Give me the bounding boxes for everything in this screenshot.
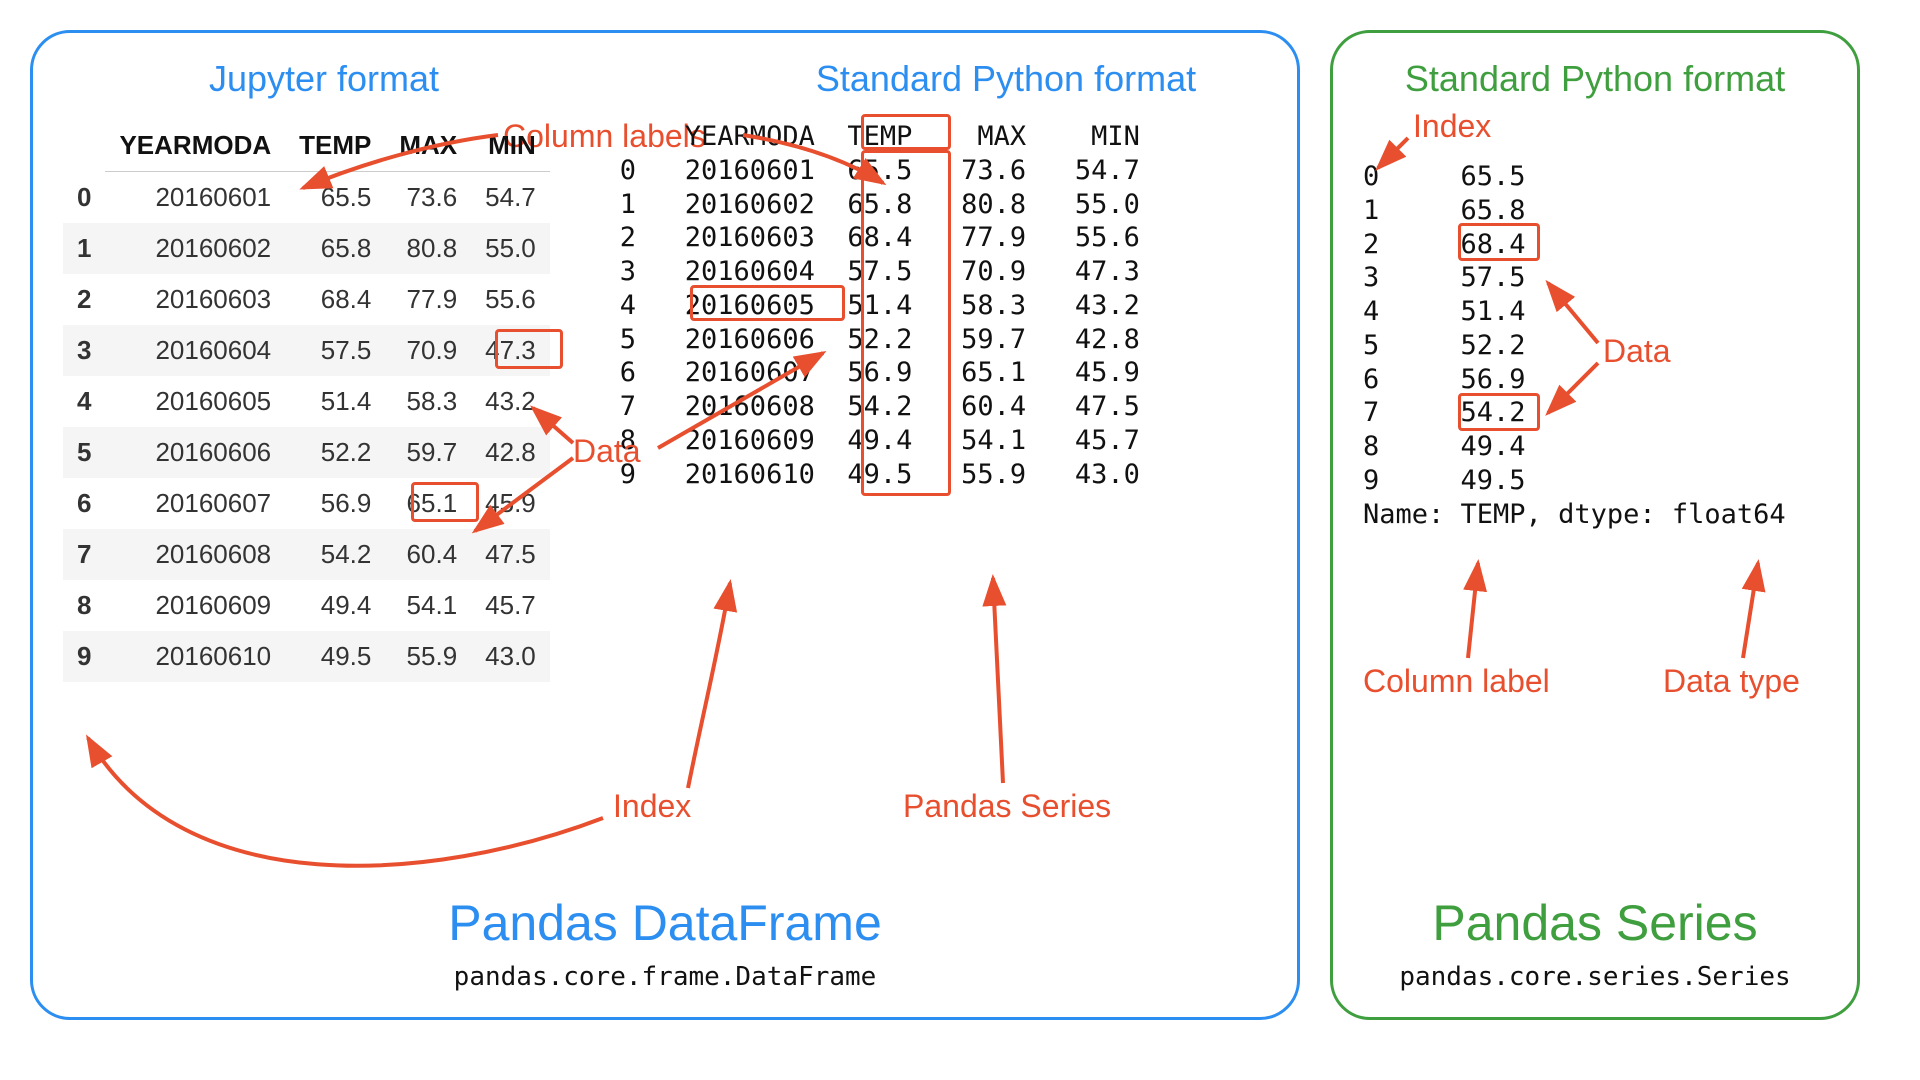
table-cell: 59.7	[385, 427, 471, 478]
heading-standard-python-format: Standard Python format	[745, 58, 1267, 100]
jupyter-table-wrapper: YEARMODATEMPMAXMIN 02016060165.573.654.7…	[63, 120, 550, 682]
annotation-data-type: Data type	[1663, 663, 1800, 700]
table-row: 52016060652.259.742.8	[63, 427, 550, 478]
column-header: MIN	[471, 120, 550, 172]
table-cell: 47.5	[471, 529, 550, 580]
table-cell: 49.5	[285, 631, 385, 682]
table-cell: 47.3	[471, 325, 550, 376]
table-row: 82016060949.454.145.7	[63, 580, 550, 631]
table-cell: 55.9	[385, 631, 471, 682]
table-cell: 20160610	[105, 631, 285, 682]
table-cell: 58.3	[385, 376, 471, 427]
table-cell: 20160602	[105, 223, 285, 274]
heading-jupyter-format: Jupyter format	[63, 58, 585, 100]
table-cell: 55.0	[471, 223, 550, 274]
table-cell: 65.1	[385, 478, 471, 529]
table-row: 72016060854.260.447.5	[63, 529, 550, 580]
series-panel: Standard Python format Index 0 65.5 1 65…	[1330, 30, 1860, 1020]
title-pandas-dataframe: Pandas DataFrame	[33, 894, 1297, 952]
table-cell: 65.8	[285, 223, 385, 274]
table-cell: 54.1	[385, 580, 471, 631]
table-cell: 77.9	[385, 274, 471, 325]
table-cell: 20160603	[105, 274, 285, 325]
table-cell: 54.7	[471, 172, 550, 224]
dataframe-panel: Jupyter format Standard Python format Co…	[30, 30, 1300, 1020]
table-cell: 70.9	[385, 325, 471, 376]
annotation-series-index: Index	[1413, 108, 1491, 145]
table-cell: 60.4	[385, 529, 471, 580]
annotation-data: Data	[573, 433, 641, 470]
table-cell: 20160607	[105, 478, 285, 529]
annotation-pandas-series: Pandas Series	[903, 788, 1111, 825]
table-cell: 57.5	[285, 325, 385, 376]
table-cell: 45.9	[471, 478, 550, 529]
table-cell: 20160609	[105, 580, 285, 631]
row-index: 9	[63, 631, 105, 682]
table-cell: 43.0	[471, 631, 550, 682]
table-cell: 56.9	[285, 478, 385, 529]
subtitle-dataframe-classpath: pandas.core.frame.DataFrame	[33, 962, 1297, 992]
annotation-index: Index	[613, 788, 691, 825]
plain-dataframe-text: YEARMODA TEMP MAX MIN 0 20160601 65.5 73…	[620, 120, 1140, 491]
table-cell: 80.8	[385, 223, 471, 274]
row-index: 3	[63, 325, 105, 376]
column-header: YEARMODA	[105, 120, 285, 172]
subtitle-series-classpath: pandas.core.series.Series	[1333, 962, 1857, 992]
table-row: 12016060265.880.855.0	[63, 223, 550, 274]
table-cell: 73.6	[385, 172, 471, 224]
row-index: 1	[63, 223, 105, 274]
table-cell: 20160608	[105, 529, 285, 580]
table-cell: 20160601	[105, 172, 285, 224]
table-cell: 54.2	[285, 529, 385, 580]
table-row: 32016060457.570.947.3	[63, 325, 550, 376]
annotation-series-data: Data	[1603, 333, 1671, 370]
column-header: TEMP	[285, 120, 385, 172]
row-index: 2	[63, 274, 105, 325]
table-row: 02016060165.573.654.7	[63, 172, 550, 224]
jupyter-dataframe-table: YEARMODATEMPMAXMIN 02016060165.573.654.7…	[63, 120, 550, 682]
table-cell: 43.2	[471, 376, 550, 427]
row-index: 6	[63, 478, 105, 529]
table-row: 62016060756.965.145.9	[63, 478, 550, 529]
row-index: 8	[63, 580, 105, 631]
table-cell: 42.8	[471, 427, 550, 478]
table-row: 42016060551.458.343.2	[63, 376, 550, 427]
row-index: 0	[63, 172, 105, 224]
plain-series-text: 0 65.5 1 65.8 2 68.4 3 57.5 4 51.4 5 52.…	[1363, 160, 1827, 531]
table-cell: 20160605	[105, 376, 285, 427]
row-index: 4	[63, 376, 105, 427]
column-header: MAX	[385, 120, 471, 172]
table-row: 22016060368.477.955.6	[63, 274, 550, 325]
table-cell: 55.6	[471, 274, 550, 325]
annotation-column-label: Column label	[1363, 663, 1550, 700]
table-cell: 51.4	[285, 376, 385, 427]
row-index: 5	[63, 427, 105, 478]
table-row: 92016061049.555.943.0	[63, 631, 550, 682]
table-cell: 65.5	[285, 172, 385, 224]
title-pandas-series: Pandas Series	[1333, 894, 1857, 952]
heading-standard-python-format-series: Standard Python format	[1363, 58, 1827, 100]
table-cell: 52.2	[285, 427, 385, 478]
table-cell: 20160606	[105, 427, 285, 478]
table-cell: 68.4	[285, 274, 385, 325]
plain-dataframe-wrapper: YEARMODA TEMP MAX MIN 0 20160601 65.5 73…	[620, 120, 1140, 682]
table-cell: 20160604	[105, 325, 285, 376]
row-index: 7	[63, 529, 105, 580]
table-cell: 49.4	[285, 580, 385, 631]
table-cell: 45.7	[471, 580, 550, 631]
